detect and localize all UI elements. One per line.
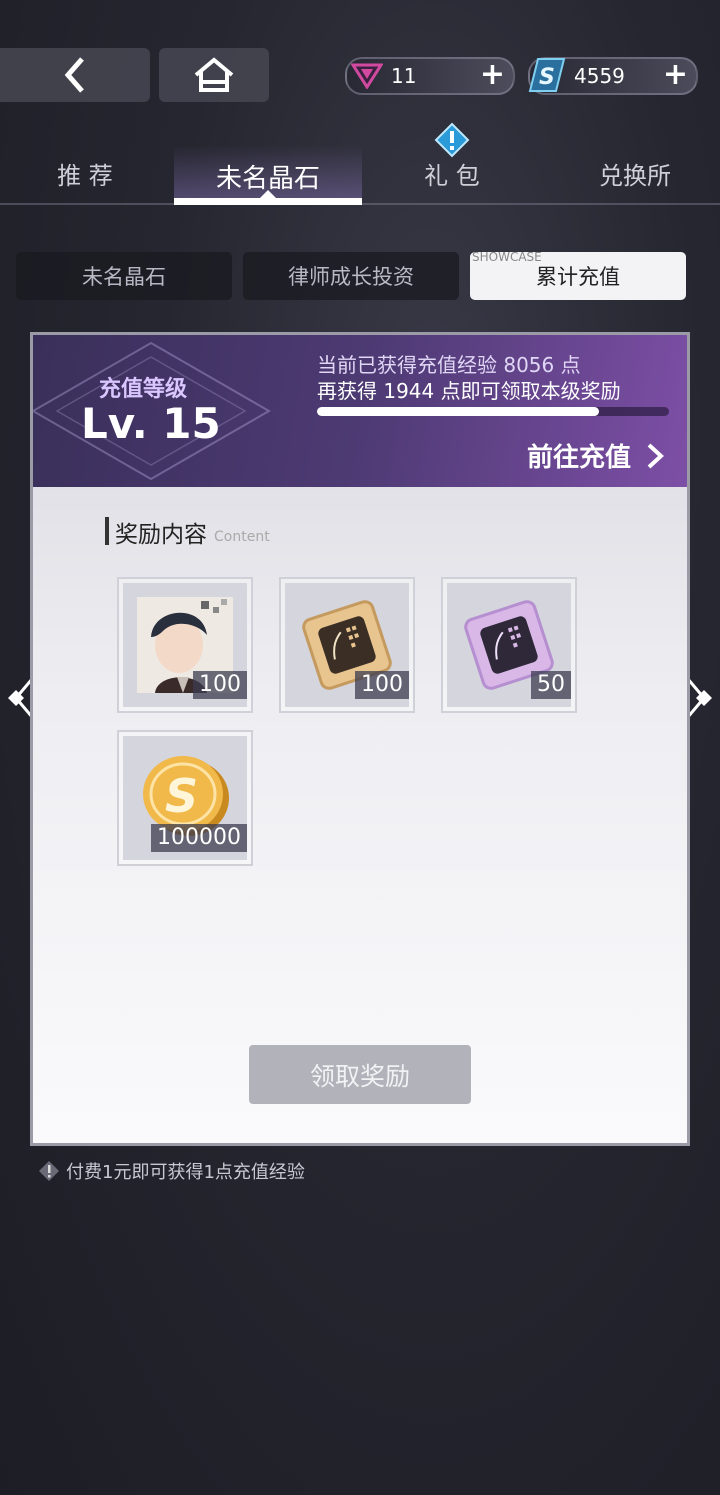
exp-progress-fill [317, 407, 599, 416]
reward-qty: 50 [531, 671, 571, 699]
reward-item[interactable]: 100 [279, 577, 415, 713]
add-coin-button[interactable]: + [663, 59, 688, 91]
recharge-panel: 充值等级 Lv. 15 当前已获得充值经验 8056 点 再获得 1944 点即… [30, 332, 690, 1146]
gem-count: 11 [391, 64, 417, 88]
svg-text:S: S [539, 65, 555, 90]
reward-qty: 100000 [151, 824, 247, 852]
goto-recharge-button[interactable]: 前往充值 [527, 437, 669, 474]
rewards-title-en: Content [214, 529, 270, 545]
gem-currency: 11 + [345, 57, 515, 95]
reward-item[interactable]: 50 [441, 577, 577, 713]
rewards-title-bar [105, 517, 109, 545]
reward-qty: 100 [193, 671, 247, 699]
info-icon [39, 1161, 59, 1181]
goto-recharge-label: 前往充值 [527, 443, 632, 473]
chevron-right-icon [647, 443, 664, 468]
reward-item[interactable]: S 100000 [117, 730, 253, 866]
reward-qty: 100 [355, 671, 409, 699]
gem-icon [351, 63, 383, 89]
home-icon [194, 57, 234, 92]
level-banner: 充值等级 Lv. 15 当前已获得充值经验 8056 点 再获得 1944 点即… [33, 335, 687, 487]
tab-gift-pack[interactable]: 礼 包 [400, 156, 504, 191]
showcase-label: SHOWCASE [472, 250, 542, 264]
recharge-note: 付费1元即可获得1点充值经验 [66, 1162, 305, 1183]
level-value: Lv. 15 [81, 399, 221, 448]
subtab-cumulative-label: 累计充值 [536, 265, 620, 289]
back-button[interactable] [0, 48, 150, 102]
coin-count: 4559 [574, 64, 625, 88]
svg-text:S: S [165, 769, 198, 823]
tab-exchange[interactable]: 兑换所 [578, 156, 692, 191]
exp-progress-track [317, 407, 669, 416]
coin-currency: S 4559 + [528, 57, 698, 95]
chevron-left-icon [64, 57, 84, 93]
rewards-title: 奖励内容 [115, 522, 207, 548]
remain-line: 再获得 1944 点即可领取本级奖励 [317, 379, 621, 403]
subtab-crystal[interactable]: 未名晶石 [16, 252, 232, 300]
add-gem-button[interactable]: + [480, 59, 505, 91]
s-coin-icon: S [528, 58, 566, 92]
tab-recommend[interactable]: 推 荐 [30, 156, 140, 191]
subtab-cumulative[interactable]: SHOWCASE 累计充值 [470, 250, 686, 300]
reward-item[interactable]: 100 [117, 577, 253, 713]
subtab-investment[interactable]: 律师成长投资 [243, 252, 459, 300]
alert-icon [434, 122, 470, 158]
active-tab-caret-icon [258, 190, 278, 200]
home-button[interactable] [159, 48, 269, 102]
claim-reward-button[interactable]: 领取奖励 [249, 1045, 471, 1104]
exp-line: 当前已获得充值经验 8056 点 [317, 353, 581, 377]
claim-reward-label: 领取奖励 [309, 1061, 410, 1091]
